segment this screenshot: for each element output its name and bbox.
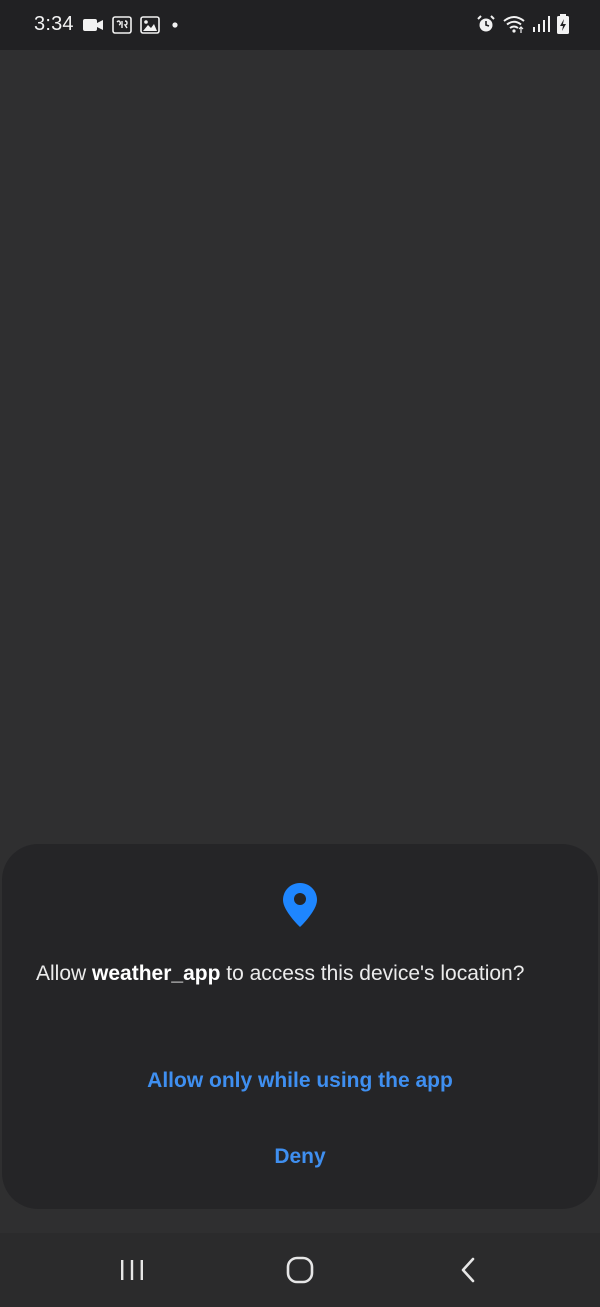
signal-icon: [533, 16, 550, 32]
message-prefix: Allow: [36, 962, 93, 985]
allow-while-using-button[interactable]: Allow only while using the app: [2, 1066, 598, 1096]
status-right: [476, 13, 570, 35]
app-name: weather_app: [92, 962, 221, 985]
location-pin-icon: [283, 883, 317, 927]
home-button[interactable]: [240, 1233, 360, 1307]
message-suffix: to access this device's location?: [220, 962, 525, 985]
alarm-icon: [477, 15, 495, 32]
status-left: 3:34: [34, 13, 182, 36]
back-button[interactable]: [408, 1233, 528, 1307]
back-icon: [461, 1257, 475, 1283]
notification-app-icon: [111, 15, 132, 34]
home-icon: [286, 1256, 314, 1284]
recents-icon: [121, 1260, 143, 1280]
permission-message: Allow weather_app to access this device'…: [36, 960, 566, 988]
dot-icon: [172, 21, 178, 28]
status-bar: 3:34: [0, 0, 600, 50]
wifi-icon: [503, 16, 525, 33]
gallery-icon: [139, 15, 160, 34]
recents-button[interactable]: [72, 1233, 192, 1307]
deny-button[interactable]: Deny: [2, 1142, 598, 1172]
phone-screen: 3:34 Allow weather_app to access this de…: [0, 0, 600, 1307]
video-camera-icon: [82, 18, 103, 31]
location-permission-dialog: Allow weather_app to access this device'…: [2, 844, 598, 1209]
status-time: 3:34: [34, 13, 74, 35]
battery-icon: [557, 14, 569, 34]
navigation-bar: [0, 1233, 600, 1307]
